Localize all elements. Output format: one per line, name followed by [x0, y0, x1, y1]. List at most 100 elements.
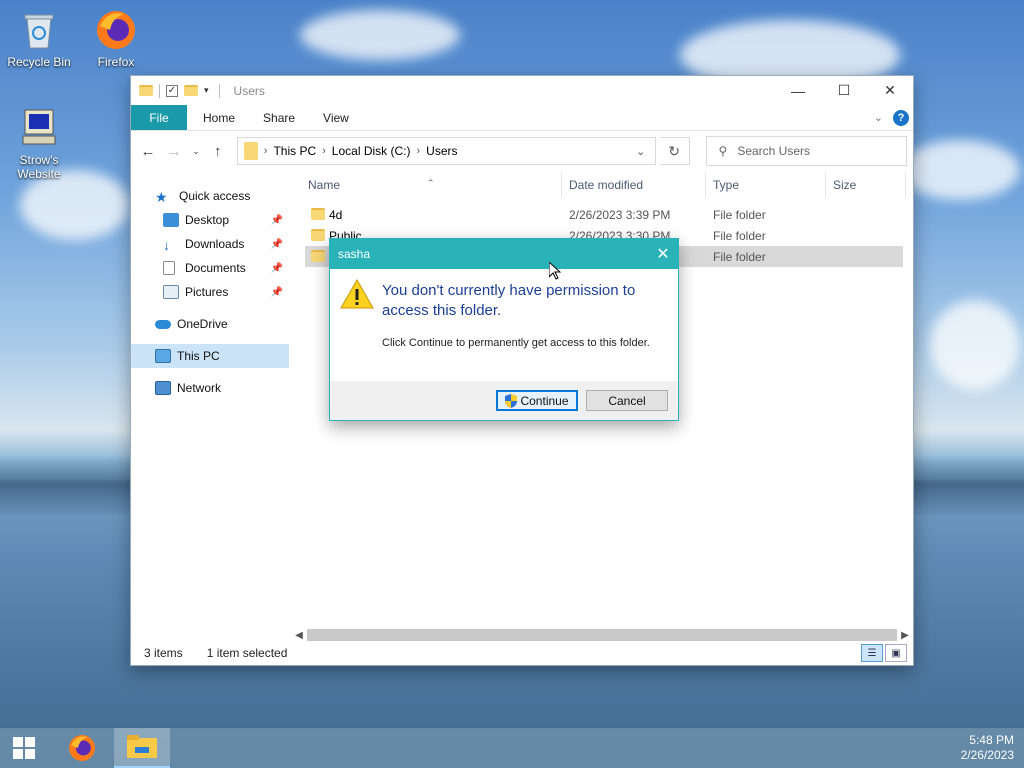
- folder-icon: [311, 208, 325, 220]
- tab-view[interactable]: View: [309, 105, 363, 130]
- navigation-pane: ★ Quick access Desktop 📌 ↓ Downloads 📌 D…: [131, 184, 289, 644]
- dialog-title-bar[interactable]: sasha ✕: [330, 239, 678, 269]
- chevron-right-icon[interactable]: ›: [322, 145, 326, 157]
- chevron-right-icon[interactable]: ›: [264, 145, 268, 157]
- folder-icon: [311, 229, 325, 241]
- desktop-icon-strows-website[interactable]: Strow's Website: [1, 106, 77, 181]
- desktop-icon-label: Recycle Bin: [7, 55, 71, 69]
- help-icon[interactable]: ?: [893, 109, 909, 126]
- search-placeholder: Search Users: [737, 144, 811, 158]
- recycle-bin-icon: [17, 8, 61, 52]
- refresh-icon[interactable]: ↻: [659, 137, 690, 165]
- minimize-button[interactable]: —: [775, 76, 821, 105]
- folder-icon: [311, 250, 325, 262]
- nav-label: Documents: [185, 261, 246, 275]
- dialog-title: sasha: [338, 247, 371, 261]
- chevron-right-icon[interactable]: ›: [416, 145, 420, 157]
- cloud-icon: [155, 319, 171, 329]
- column-size[interactable]: Size: [833, 178, 856, 192]
- nav-pictures[interactable]: Pictures 📌: [131, 280, 289, 304]
- firefox-icon: [69, 735, 95, 761]
- new-folder-icon[interactable]: [184, 85, 198, 96]
- expand-ribbon-icon[interactable]: ⌄: [874, 111, 883, 124]
- cancel-button[interactable]: Cancel: [586, 390, 668, 411]
- pin-icon[interactable]: 📌: [271, 239, 283, 250]
- scroll-left-icon[interactable]: ◀: [291, 630, 307, 641]
- details-view-icon[interactable]: ☰: [861, 644, 883, 662]
- forward-arrow-icon[interactable]: →: [163, 143, 185, 160]
- clock[interactable]: 5:48 PM 2/26/2023: [961, 733, 1024, 763]
- back-arrow-icon[interactable]: ←: [137, 143, 159, 160]
- nav-this-pc[interactable]: This PC: [131, 344, 289, 368]
- permission-dialog: sasha ✕ You don't currently have permiss…: [329, 238, 679, 421]
- column-type[interactable]: Type: [713, 178, 739, 192]
- large-icons-view-icon[interactable]: ▣: [885, 644, 907, 662]
- quick-access-toolbar: ✓ ▾: [139, 83, 209, 98]
- scrollbar-thumb[interactable]: [307, 629, 897, 641]
- column-date-modified[interactable]: Date modified: [569, 178, 643, 192]
- file-explorer-icon: [127, 735, 157, 758]
- file-date: 2/26/2023 3:39 PM: [569, 208, 671, 222]
- pin-icon[interactable]: 📌: [271, 263, 283, 274]
- taskbar-file-explorer[interactable]: [114, 728, 170, 768]
- dialog-close-icon[interactable]: ✕: [648, 244, 678, 264]
- breadcrumb-local-disk[interactable]: Local Disk (C:): [332, 144, 411, 158]
- up-arrow-icon[interactable]: ↑: [207, 143, 229, 160]
- start-button[interactable]: [0, 728, 48, 768]
- address-bar-row: ← → ⌄ ↑ › This PC › Local Disk (C:) › Us…: [131, 131, 913, 171]
- continue-label: Continue: [520, 393, 569, 408]
- taskbar: 5:48 PM 2/26/2023: [0, 728, 1024, 768]
- address-bar[interactable]: › This PC › Local Disk (C:) › Users ⌄: [236, 137, 656, 165]
- recent-locations-icon[interactable]: ⌄: [189, 146, 203, 157]
- uac-shield-icon: [505, 393, 518, 408]
- nav-label: Quick access: [179, 189, 251, 203]
- continue-button[interactable]: Continue: [496, 390, 578, 411]
- dialog-detail: Click Continue to permanently get access…: [382, 337, 650, 349]
- windows-logo-icon: [13, 737, 35, 759]
- download-arrow-icon: ↓: [163, 237, 170, 253]
- desktop-icon-recycle-bin[interactable]: Recycle Bin: [1, 8, 77, 69]
- nav-downloads[interactable]: ↓ Downloads 📌: [131, 232, 289, 256]
- tab-home[interactable]: Home: [187, 105, 249, 130]
- breadcrumb-this-pc[interactable]: This PC: [273, 144, 316, 158]
- pin-icon[interactable]: 📌: [271, 287, 283, 298]
- list-item[interactable]: 4d 2/26/2023 3:39 PM File folder: [305, 204, 903, 225]
- nav-label: Pictures: [185, 285, 229, 299]
- nav-onedrive[interactable]: OneDrive: [131, 312, 289, 336]
- desktop-icon-label: Firefox: [97, 55, 135, 69]
- dialog-buttons: Continue Cancel: [330, 381, 678, 420]
- nav-network[interactable]: Network: [131, 376, 289, 400]
- folder-icon: [139, 85, 153, 96]
- maximize-button[interactable]: ☐: [821, 76, 867, 105]
- column-name[interactable]: Name: [308, 178, 340, 192]
- pin-icon[interactable]: 📌: [271, 215, 283, 226]
- taskbar-firefox[interactable]: [54, 728, 110, 768]
- desktop-icon-label: Strow's Website: [17, 153, 61, 181]
- scroll-right-icon[interactable]: ▶: [897, 630, 913, 641]
- customize-toolbar-icon[interactable]: ▾: [204, 85, 209, 96]
- properties-icon[interactable]: ✓: [166, 84, 178, 97]
- tab-share[interactable]: Share: [249, 105, 309, 130]
- nav-quick-access[interactable]: ★ Quick access: [131, 184, 289, 208]
- dialog-body: You don't currently have permission to a…: [330, 269, 678, 381]
- chevron-down-icon[interactable]: ⌄: [627, 145, 655, 158]
- close-button[interactable]: ✕: [867, 76, 913, 105]
- document-icon: [163, 261, 175, 275]
- divider: [218, 83, 220, 98]
- search-input[interactable]: ⚲ Search Users: [705, 136, 907, 166]
- desktop-icon-firefox[interactable]: Firefox: [78, 8, 154, 69]
- breadcrumb-users[interactable]: Users: [426, 144, 457, 158]
- nav-documents[interactable]: Documents 📌: [131, 256, 289, 280]
- nav-desktop[interactable]: Desktop 📌: [131, 208, 289, 232]
- tab-file[interactable]: File: [131, 105, 187, 130]
- divider: [159, 83, 160, 98]
- nav-label: Downloads: [185, 237, 245, 251]
- search-icon: ⚲: [718, 144, 728, 158]
- cloud-decoration: [300, 10, 460, 60]
- item-count: 3 items: [144, 646, 183, 660]
- window-title: Users: [233, 83, 265, 98]
- nav-label: This PC: [177, 349, 220, 363]
- star-icon: ★: [155, 189, 168, 205]
- title-bar[interactable]: ✓ ▾ Users — ☐ ✕: [131, 76, 913, 105]
- ribbon-tabs: File Home Share View ⌄ ?: [131, 105, 913, 131]
